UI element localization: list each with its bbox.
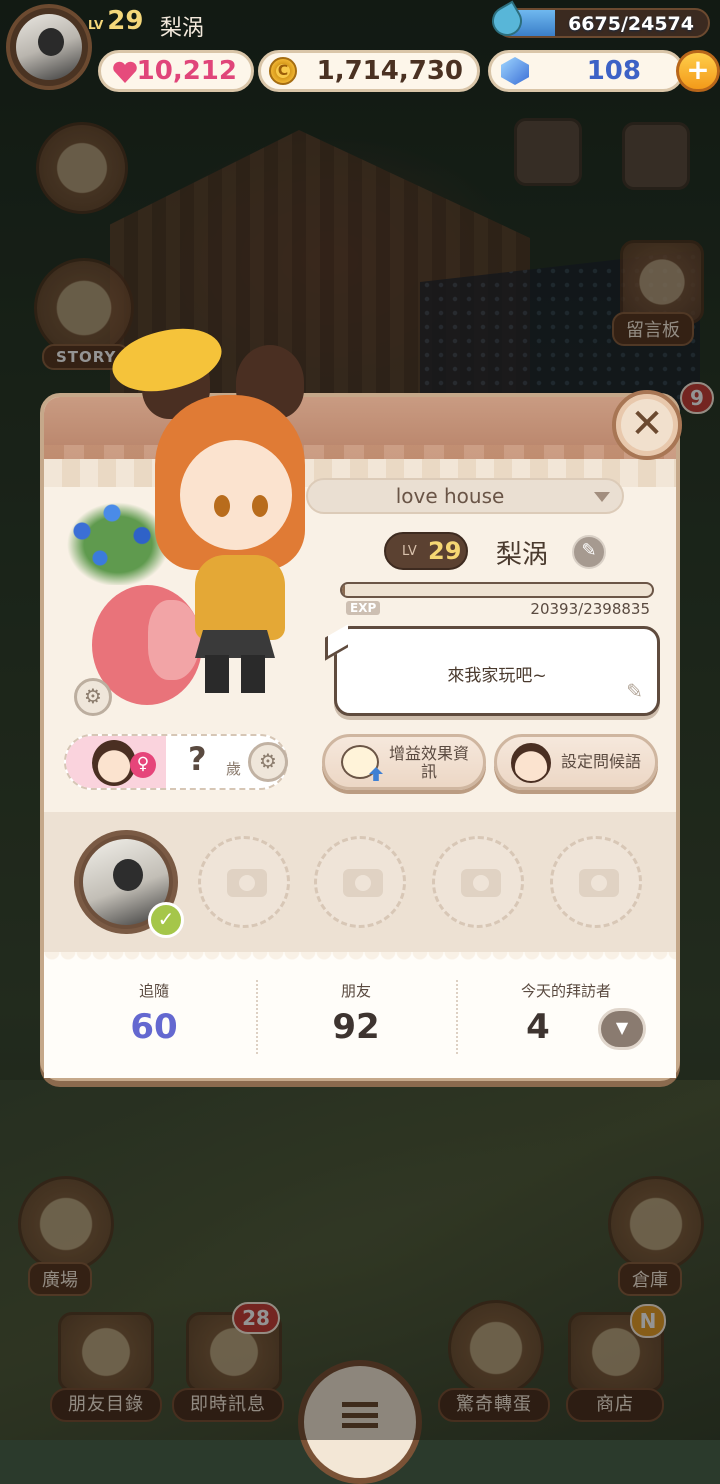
camera-icon (227, 869, 267, 897)
set-greeting-button[interactable]: 設定問候語 (494, 734, 658, 790)
level-tag: LV (88, 18, 104, 32)
exp-tag: EXP (346, 601, 381, 615)
buff-info-label: 增益效果資訊 (388, 744, 469, 781)
friends-label: 朋友 (340, 982, 371, 1000)
friends-count: 92 (332, 1007, 380, 1047)
age-unit: 歲 (226, 760, 242, 778)
profile-level-number: 29 (428, 537, 462, 565)
level-number: 29 (107, 6, 144, 36)
camera-icon (461, 869, 501, 897)
buff-icon (341, 745, 379, 779)
age-value: ? (188, 740, 207, 778)
avatar-photo (16, 14, 82, 80)
visitors-dropdown-button[interactable]: ▼ (598, 1008, 646, 1050)
house-name: love house (395, 484, 505, 508)
heart-icon (113, 61, 137, 83)
energy-bar[interactable]: 6675/24574 (496, 8, 710, 38)
greeting-face-icon (511, 743, 551, 783)
player-avatar[interactable] (6, 4, 92, 90)
following-count: 60 (130, 1007, 178, 1047)
exp-progress-bar (340, 582, 654, 598)
player-level: LV 29 (88, 6, 143, 36)
female-icon: ♀ (130, 752, 156, 778)
chevron-down-icon (594, 492, 610, 502)
character-settings-button[interactable]: ⚙ (74, 678, 112, 716)
edit-name-button[interactable]: ✎ (572, 535, 606, 569)
check-icon: ✓ (148, 902, 184, 938)
gems-value: 108 (586, 56, 641, 86)
coin-icon: C (269, 57, 297, 85)
following-stat[interactable]: 追隨 60 (54, 980, 254, 1047)
photo-slot-3[interactable] (314, 836, 406, 928)
camera-icon (343, 869, 383, 897)
player-name: 梨涡 (160, 16, 205, 41)
photo-slot-4[interactable] (432, 836, 524, 928)
age-settings-button[interactable]: ⚙ (248, 742, 288, 782)
profile-name: 梨涡 (496, 540, 549, 570)
hearts-counter[interactable]: 10,212 (98, 50, 254, 92)
modal-header (44, 397, 676, 459)
hearts-value: 10,212 (136, 56, 237, 86)
status-message: 來我家玩吧~ (447, 666, 547, 686)
coins-counter[interactable]: C 1,714,730 (258, 50, 480, 92)
house-selector[interactable]: love house (306, 478, 624, 514)
following-label: 追隨 (138, 982, 169, 1000)
buff-info-button[interactable]: 增益效果資訊 (322, 734, 486, 790)
buy-gems-button[interactable]: + (676, 50, 720, 92)
exp-progress-fill (342, 584, 345, 596)
photo-slot-5[interactable] (550, 836, 642, 928)
coins-value: 1,714,730 (316, 56, 463, 86)
friends-stat[interactable]: 朋友 92 (256, 980, 456, 1047)
visitors-label: 今天的拜訪者 (520, 982, 611, 1000)
status-message-bubble[interactable]: 來我家玩吧~ ✎ (334, 626, 660, 716)
camera-icon (579, 869, 619, 897)
set-greeting-label: 設定問候語 (560, 752, 641, 771)
profile-level-tag: LV (402, 544, 417, 559)
gem-icon (501, 57, 529, 85)
close-button[interactable]: ✕ (612, 390, 682, 460)
exp-value: 20393/2398835 (530, 600, 650, 618)
gems-counter[interactable]: 108 (488, 50, 684, 92)
profile-level-badge: LV 29 (384, 532, 468, 570)
pencil-icon: ✎ (626, 679, 643, 703)
photo-slot-2[interactable] (198, 836, 290, 928)
stat-divider (456, 980, 458, 1054)
energy-value: 6675/24574 (568, 13, 694, 35)
